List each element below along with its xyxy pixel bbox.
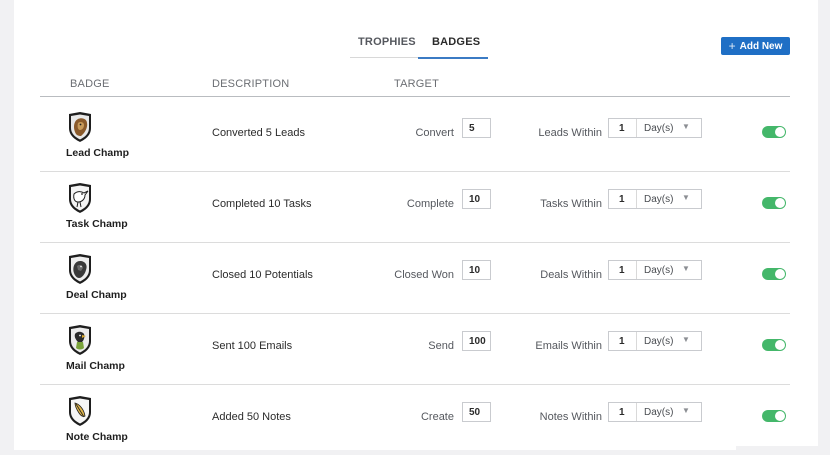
plus-icon: +	[728, 39, 736, 53]
column-header-target: TARGET	[394, 78, 439, 90]
toggle-knob	[775, 269, 785, 279]
lion-shield-icon	[69, 112, 91, 142]
stork-shield-icon	[69, 183, 91, 213]
toggle-knob	[775, 198, 785, 208]
period-unit: Day(s)	[644, 265, 674, 276]
target-action: Send	[428, 340, 454, 352]
page-edge	[736, 446, 830, 450]
target-within-label: Emails Within	[535, 340, 602, 352]
quill-shield-icon	[69, 396, 91, 426]
period-select[interactable]: 1 Day(s) ▼	[608, 402, 702, 422]
column-header-description: DESCRIPTION	[212, 78, 290, 90]
chevron-down-icon[interactable]: ▼	[682, 193, 690, 202]
badge-enabled-toggle[interactable]	[762, 410, 786, 422]
period-select[interactable]: 1 Day(s) ▼	[608, 260, 702, 280]
target-action: Complete	[406, 198, 454, 210]
active-tab-indicator	[418, 57, 488, 59]
table-row: Deal Champ Closed 10 Potentials Closed W…	[40, 243, 790, 314]
target-action: Create	[420, 411, 454, 423]
badge-description: Converted 5 Leads	[212, 127, 305, 139]
badge-enabled-toggle[interactable]	[762, 339, 786, 351]
period-value[interactable]: 1	[619, 265, 625, 276]
tab-bar: TROPHIES BADGES	[350, 32, 488, 59]
toggle-knob	[775, 411, 785, 421]
period-separator	[636, 403, 637, 421]
table-row: Task Champ Completed 10 Tasks Complete 1…	[40, 172, 790, 243]
add-new-button[interactable]: + Add New	[721, 37, 790, 55]
period-separator	[636, 332, 637, 350]
period-value[interactable]: 1	[619, 123, 625, 134]
badge-description: Added 50 Notes	[212, 411, 291, 423]
column-header-badge: BADGE	[70, 78, 110, 90]
badge-name: Note Champ	[66, 431, 128, 443]
target-count-input[interactable]: 5	[462, 118, 491, 138]
tab-badges[interactable]: BADGES	[432, 36, 480, 48]
target-count-input[interactable]: 100	[462, 331, 491, 351]
badges-panel: TROPHIES BADGES + Add New BADGE DESCRIPT…	[14, 0, 818, 450]
period-unit: Day(s)	[644, 194, 674, 205]
target-action: Convert	[415, 127, 454, 139]
target-within-label: Deals Within	[540, 269, 602, 281]
badge-description: Completed 10 Tasks	[212, 198, 312, 210]
period-select[interactable]: 1 Day(s) ▼	[608, 118, 702, 138]
period-value[interactable]: 1	[619, 194, 625, 205]
badge-enabled-toggle[interactable]	[762, 268, 786, 280]
period-value[interactable]: 1	[619, 336, 625, 347]
period-separator	[636, 119, 637, 137]
badge-description: Closed 10 Potentials	[212, 269, 313, 281]
target-within-label: Leads Within	[538, 127, 602, 139]
period-separator	[636, 261, 637, 279]
badge-description: Sent 100 Emails	[212, 340, 293, 352]
period-unit: Day(s)	[644, 407, 674, 418]
toggle-knob	[775, 340, 785, 350]
table-row: Lead Champ Converted 5 Leads Convert 5 L…	[40, 101, 790, 172]
chevron-down-icon[interactable]: ▼	[682, 264, 690, 273]
toggle-knob	[775, 127, 785, 137]
target-count-input[interactable]: 10	[462, 260, 491, 280]
target-count-input[interactable]: 50	[462, 402, 491, 422]
chevron-down-icon[interactable]: ▼	[682, 122, 690, 131]
period-select[interactable]: 1 Day(s) ▼	[608, 331, 702, 351]
target-within-label: Tasks Within	[540, 198, 602, 210]
badge-name: Mail Champ	[66, 360, 125, 372]
period-unit: Day(s)	[644, 123, 674, 134]
badge-name: Task Champ	[66, 218, 128, 230]
target-within-label: Notes Within	[539, 411, 602, 423]
tab-trophies[interactable]: TROPHIES	[358, 36, 416, 48]
header-divider	[40, 96, 790, 97]
badge-name: Lead Champ	[66, 147, 130, 159]
period-value[interactable]: 1	[619, 407, 625, 418]
target-count-input[interactable]: 10	[462, 189, 491, 209]
period-separator	[636, 190, 637, 208]
chevron-down-icon[interactable]: ▼	[682, 406, 690, 415]
table-row: Note Champ Added 50 Notes Create 50 Note…	[40, 385, 790, 455]
table-row: Mail Champ Sent 100 Emails Send 100 Emai…	[40, 314, 790, 385]
period-unit: Day(s)	[644, 336, 674, 347]
period-select[interactable]: 1 Day(s) ▼	[608, 189, 702, 209]
target-action: Closed Won	[394, 269, 454, 281]
badge-enabled-toggle[interactable]	[762, 126, 786, 138]
chevron-down-icon[interactable]: ▼	[682, 335, 690, 344]
badge-enabled-toggle[interactable]	[762, 197, 786, 209]
badge-name: Deal Champ	[66, 289, 127, 301]
parrot-shield-icon	[69, 325, 91, 355]
add-new-label: Add New	[739, 40, 783, 52]
panther-shield-icon	[69, 254, 91, 284]
